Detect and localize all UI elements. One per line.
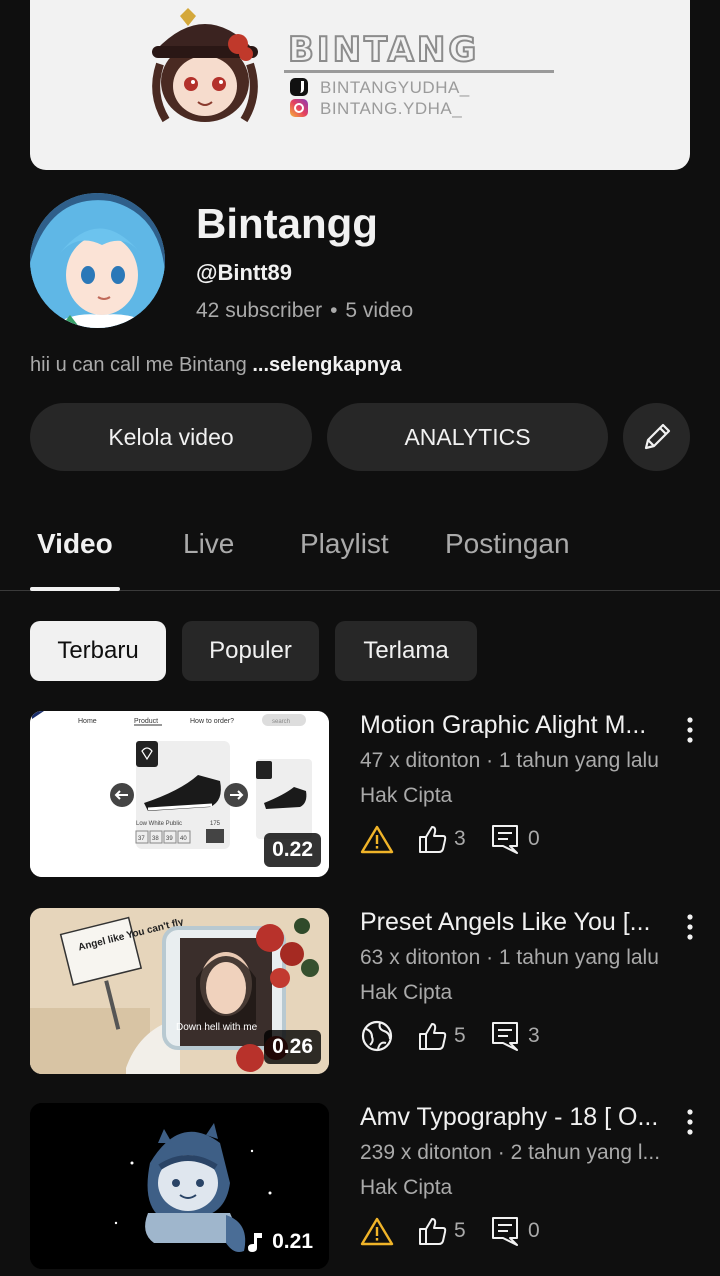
channel-handle: @Bintt89 xyxy=(196,260,293,285)
video-stats: 5 3 xyxy=(360,1018,540,1054)
comments-stat: 3 xyxy=(490,1020,540,1052)
thumb-text: Home xyxy=(78,718,97,725)
thumbs-up-icon xyxy=(419,1218,447,1245)
video-count: 5 video xyxy=(345,299,414,322)
visibility-status[interactable] xyxy=(360,1216,416,1246)
thumb-text: How to order? xyxy=(190,718,234,725)
channel-banner: BINTANG BINTANGYUDHA_ BINTANG.YDHA_ xyxy=(30,0,690,170)
likes-stat: 3 xyxy=(416,823,490,855)
warning-icon xyxy=(360,825,394,854)
tab-posts[interactable]: Postingan xyxy=(445,528,570,560)
video-stats: 3 0 xyxy=(360,821,540,857)
thumbs-up-icon xyxy=(419,1023,447,1050)
tiktok-handle-text: BINTANGYUDHA_ xyxy=(320,78,470,97)
subscriber-count: 42 subscriber xyxy=(196,299,323,322)
comment-count: 3 xyxy=(528,1024,540,1047)
comments-stat: 0 xyxy=(490,823,540,855)
instagram-handle-text: BINTANG.YDHA_ xyxy=(320,99,463,118)
tiktok-icon xyxy=(290,78,308,96)
music-note-icon xyxy=(248,1233,263,1252)
duration-text: 0.21 xyxy=(272,1230,313,1253)
comment-icon xyxy=(492,1217,518,1246)
edit-channel-button[interactable] xyxy=(623,403,690,471)
thumb-text: 37 xyxy=(138,836,145,842)
video-stats: 5 0 xyxy=(360,1213,540,1249)
tab-playlist[interactable]: Playlist xyxy=(300,528,389,560)
video-thumbnail[interactable]: Angel like You can't fly Down hell with … xyxy=(30,908,329,1074)
more-options-icon[interactable] xyxy=(680,1107,700,1137)
thumb-text: 40 xyxy=(180,836,187,842)
video-status: Hak Cipta xyxy=(360,981,453,1004)
thumb-text: Product xyxy=(134,718,158,725)
chip-latest[interactable]: Terbaru xyxy=(30,621,166,681)
video-status: Hak Cipta xyxy=(360,1176,453,1199)
video-thumbnail[interactable]: 0.21 xyxy=(30,1103,329,1269)
warning-icon xyxy=(360,1217,394,1246)
video-meta: 239 x ditonton · 2 tahun yang l... xyxy=(360,1141,661,1164)
visibility-status[interactable] xyxy=(360,1019,416,1053)
thumb-text: 175 xyxy=(210,821,221,827)
comment-count: 0 xyxy=(528,1219,540,1242)
thumb-text: 39 xyxy=(166,836,173,842)
banner-tiktok-handle: BINTANGYUDHA_ xyxy=(290,78,470,98)
thumb-text: Low White Public xyxy=(136,821,182,827)
video-status: Hak Cipta xyxy=(360,784,453,807)
more-options-icon[interactable] xyxy=(680,715,700,745)
comment-count: 0 xyxy=(528,827,540,850)
banner-title: BINTANG xyxy=(287,29,480,71)
video-item[interactable]: 0.21 Amv Typography - 18 [ O... 239 x di… xyxy=(0,1103,720,1269)
likes-stat: 5 xyxy=(416,1020,490,1052)
video-duration: 0.21 xyxy=(238,1225,321,1259)
like-count: 5 xyxy=(454,1024,466,1047)
video-meta: 63 x ditonton · 1 tahun yang lalu xyxy=(360,946,659,969)
manage-videos-button[interactable]: Kelola video xyxy=(30,403,312,471)
banner-instagram-handle: BINTANG.YDHA_ xyxy=(290,99,463,119)
video-title[interactable]: Motion Graphic Alight M... xyxy=(360,711,660,740)
description-more-link[interactable]: ...selengkapnya xyxy=(252,354,401,376)
banner-character-art xyxy=(152,8,258,123)
comment-icon xyxy=(492,825,518,854)
likes-stat: 5 xyxy=(416,1215,490,1247)
video-item[interactable]: Home Product How to order? search Low Wh… xyxy=(0,711,720,877)
avatar-art xyxy=(30,193,165,328)
comment-icon xyxy=(492,1022,518,1051)
video-duration: 0.26 xyxy=(264,1030,321,1064)
analytics-button[interactable]: ANALYTICS xyxy=(327,403,608,471)
video-thumbnail[interactable]: Home Product How to order? search Low Wh… xyxy=(30,711,329,877)
globe-icon xyxy=(361,1020,393,1052)
description-text: hii u can call me Bintang xyxy=(30,354,247,376)
channel-name: Bintangg xyxy=(196,200,378,247)
duration-text: 0.26 xyxy=(272,1035,313,1058)
chip-oldest[interactable]: Terlama xyxy=(335,621,477,681)
thumb-text: Down hell with me xyxy=(176,1022,258,1033)
tab-live[interactable]: Live xyxy=(183,528,234,560)
video-item[interactable]: Angel like You can't fly Down hell with … xyxy=(0,908,720,1074)
video-title[interactable]: Amv Typography - 18 [ O... xyxy=(360,1103,660,1132)
thumb-text: search xyxy=(272,719,290,725)
duration-text: 0.22 xyxy=(272,838,313,861)
channel-avatar[interactable] xyxy=(30,193,165,328)
stats-separator: • xyxy=(330,299,338,322)
banner-divider xyxy=(284,70,554,73)
tab-video[interactable]: Video xyxy=(37,528,113,560)
visibility-status[interactable] xyxy=(360,824,416,854)
video-title[interactable]: Preset Angels Like You [... xyxy=(360,908,660,937)
thumbs-up-icon xyxy=(419,826,447,853)
chip-popular[interactable]: Populer xyxy=(182,621,319,681)
active-tab-indicator xyxy=(30,587,120,591)
channel-tabs: Video Live Playlist Postingan xyxy=(0,520,720,591)
pencil-icon xyxy=(644,423,670,450)
channel-stats: 42 subscriber • 5 video xyxy=(196,299,413,323)
video-duration: 0.22 xyxy=(264,833,321,867)
like-count: 5 xyxy=(454,1219,466,1242)
instagram-icon xyxy=(290,99,308,117)
comments-stat: 0 xyxy=(490,1215,540,1247)
like-count: 3 xyxy=(454,827,466,850)
thumb-text: 38 xyxy=(152,836,159,842)
video-meta: 47 x ditonton · 1 tahun yang lalu xyxy=(360,749,659,772)
more-options-icon[interactable] xyxy=(680,912,700,942)
channel-description[interactable]: hii u can call me Bintang ...selengkapny… xyxy=(30,354,401,377)
